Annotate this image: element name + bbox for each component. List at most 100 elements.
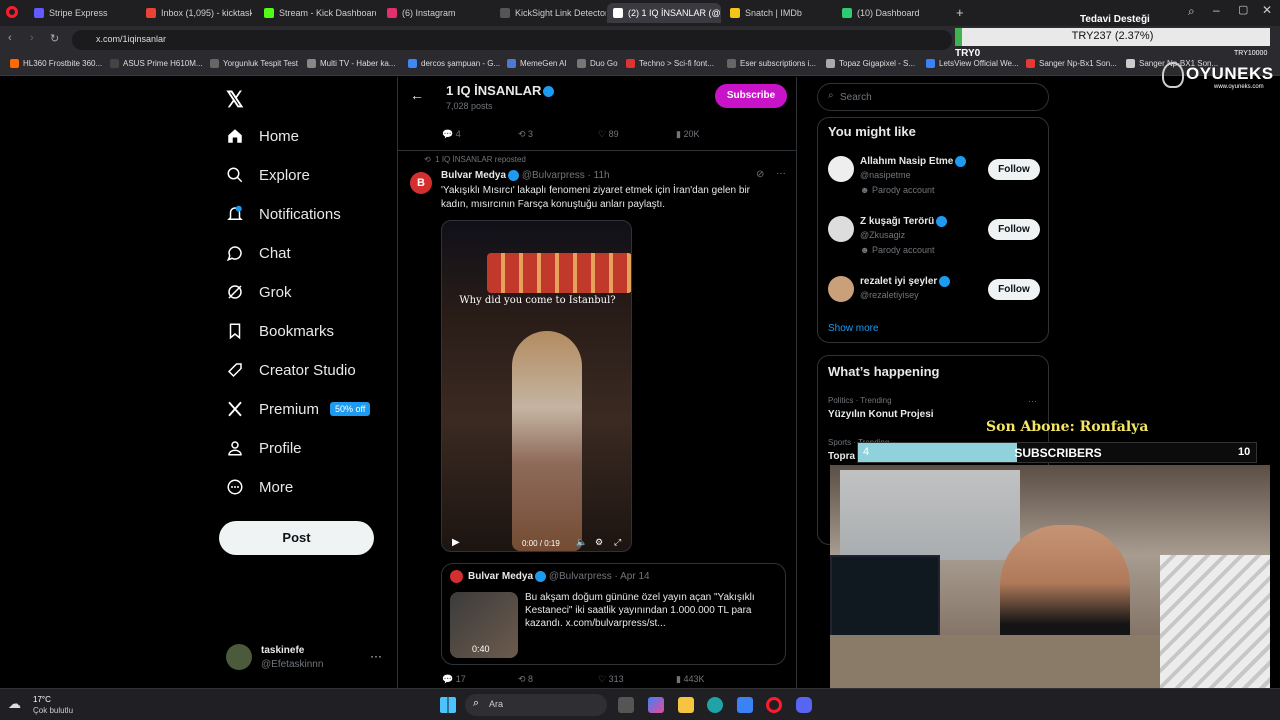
- nav-profile[interactable]: Profile: [226, 439, 302, 457]
- repost-count[interactable]: ⟲ 8: [518, 674, 533, 685]
- edge-icon[interactable]: [707, 697, 723, 713]
- bookmark-item[interactable]: Duo Go: [577, 59, 618, 68]
- trend-name[interactable]: Topra: [828, 451, 855, 462]
- dashboard-icon: [842, 8, 852, 18]
- new-tab-icon[interactable]: +: [956, 5, 964, 20]
- fullscreen-icon[interactable]: ⤢: [614, 537, 621, 548]
- tab[interactable]: KickSight Link Detector: [494, 3, 606, 23]
- bookmark-item[interactable]: ASUS Prime H610M...: [110, 59, 203, 68]
- reply-count[interactable]: 💬 17: [442, 674, 466, 685]
- bookmark-item[interactable]: Sanger Np-Bx1 Son...: [1026, 59, 1117, 68]
- bookmark-item[interactable]: Topaz Gigapixel - S...: [826, 59, 915, 68]
- tab[interactable]: (10) Dashboard: [836, 3, 946, 23]
- back-icon[interactable]: ‹: [8, 32, 12, 44]
- view-count[interactable]: ▮ 443K: [676, 674, 704, 685]
- bookmark-item[interactable]: Multi TV - Haber ka...: [307, 59, 395, 68]
- you-might-like-panel: You might like Allahım Nasip Etme @nasip…: [817, 117, 1049, 343]
- subscribe-button[interactable]: Subscribe: [715, 84, 787, 108]
- forward-icon[interactable]: ›: [30, 32, 34, 44]
- file-explorer-icon[interactable]: [678, 697, 694, 713]
- reload-icon[interactable]: ↻: [50, 32, 59, 45]
- divider: [398, 150, 796, 151]
- tab[interactable]: Stripe Express: [28, 3, 138, 23]
- like-count[interactable]: ♡ 313: [598, 674, 624, 685]
- bookmark-item[interactable]: LetsView Official We...: [926, 59, 1019, 68]
- opera-taskbar-icon[interactable]: [766, 697, 782, 713]
- taskbar-search-label: Ara: [489, 699, 504, 709]
- tab[interactable]: (6) Instagram: [381, 3, 491, 23]
- settings-icon[interactable]: ⚙: [595, 537, 603, 548]
- maximize-icon[interactable]: ▢: [1238, 3, 1248, 16]
- profile-name: 1 IQ İNSANLAR: [446, 83, 555, 98]
- tab[interactable]: Snatch | IMDb: [724, 3, 834, 23]
- start-icon[interactable]: [440, 697, 456, 713]
- x-logo-icon[interactable]: 𝕏: [226, 87, 244, 113]
- tweet-text: 'Yakışıklı Mısırcı' lakaplı fenomeni ziy…: [441, 185, 751, 210]
- monitor-shape: [830, 555, 940, 645]
- suggestion-name: rezalet iyi şeyler: [860, 276, 951, 287]
- store-icon[interactable]: [737, 697, 753, 713]
- prev-like-count[interactable]: ♡ 89: [598, 129, 619, 140]
- gmail-icon: [146, 8, 156, 18]
- nav-more[interactable]: More: [226, 478, 293, 496]
- weather-widget[interactable]: ☁ 17°C Çok bulutlu: [8, 693, 98, 717]
- quoted-tweet[interactable]: Bulvar Medya @Bulvarpress · Apr 14 0:40 …: [441, 563, 786, 665]
- suggestion-item[interactable]: rezalet iyi şeyler @rezaletiyisey Follow: [828, 274, 1040, 310]
- minimize-icon[interactable]: –: [1213, 3, 1220, 17]
- tweet-more-icon[interactable]: ···: [776, 168, 786, 179]
- follow-button[interactable]: Follow: [988, 279, 1040, 300]
- show-more-link[interactable]: Show more: [828, 323, 879, 334]
- prev-reply-count[interactable]: 💬 4: [442, 129, 461, 140]
- nav-notifications[interactable]: Notifications: [226, 205, 341, 223]
- copilot-icon[interactable]: [648, 697, 664, 713]
- weather-temp: 17°C: [33, 695, 51, 704]
- trend-more-icon[interactable]: ···: [1028, 396, 1037, 406]
- avatar: [828, 216, 854, 242]
- bookmark-item[interactable]: HL360 Frostbite 360...: [10, 59, 102, 68]
- video-player[interactable]: Why did you come to Istanbul? ▶ 0:00 / 0…: [441, 220, 632, 552]
- nav-creator-studio[interactable]: Creator Studio: [226, 361, 356, 379]
- bookmark-item[interactable]: Yorgunluk Tespit Test: [210, 59, 298, 68]
- play-icon[interactable]: ▶: [452, 537, 460, 548]
- suggestion-item[interactable]: Allahım Nasip Etme @nasipetme ☻ Parody a…: [828, 154, 1040, 204]
- nav-premium[interactable]: Premium 50% off: [226, 400, 371, 418]
- search-box[interactable]: ⌕ Search: [817, 83, 1049, 111]
- sponsor-name: OYUNEKS: [1186, 64, 1274, 83]
- post-button[interactable]: Post: [219, 521, 374, 555]
- bookmark-item[interactable]: Eser subscriptions i...: [727, 59, 816, 68]
- nav-home[interactable]: Home: [226, 127, 299, 145]
- follow-button[interactable]: Follow: [988, 159, 1040, 180]
- bookmark-item[interactable]: MemeGen AI: [507, 59, 567, 68]
- close-icon[interactable]: ✕: [1262, 3, 1272, 17]
- back-arrow-icon[interactable]: ←: [410, 87, 424, 103]
- prev-repost-count[interactable]: ⟲ 3: [518, 129, 533, 140]
- account-switcher[interactable]: taskinefe @Efetaskinnn ···: [226, 642, 386, 676]
- tab[interactable]: Stream - Kick Dashboard: [258, 3, 376, 23]
- trend-name[interactable]: Yüzyılın Konut Projesi: [828, 409, 934, 420]
- bookmark-item[interactable]: dercos şampuan - G...: [408, 59, 500, 68]
- nav-chat[interactable]: Chat: [226, 244, 291, 262]
- donation-min: TRY0: [955, 48, 981, 59]
- follow-button[interactable]: Follow: [988, 219, 1040, 240]
- task-view-icon[interactable]: [618, 697, 634, 713]
- nav-explore[interactable]: Explore: [226, 166, 310, 184]
- url-input[interactable]: x.com/1iqinsanlar: [72, 30, 952, 50]
- subs-goal: 10: [1238, 446, 1251, 458]
- nav-bookmarks[interactable]: Bookmarks: [226, 322, 334, 340]
- search-tabs-icon[interactable]: ⌕: [1188, 4, 1195, 19]
- tab[interactable]: Inbox (1,095) - kicktaskine: [140, 3, 252, 23]
- nav-grok[interactable]: Grok: [226, 283, 292, 301]
- opera-logo-icon[interactable]: [6, 6, 18, 18]
- cloud-icon: ☁: [8, 696, 21, 711]
- author-avatar[interactable]: B: [410, 172, 432, 194]
- grok-explain-icon[interactable]: ⊘: [756, 169, 764, 180]
- taskbar-search[interactable]: ⌕ Ara: [465, 694, 607, 716]
- more-dots-icon[interactable]: ···: [370, 649, 382, 663]
- prev-view-count[interactable]: ▮ 20K: [676, 129, 699, 140]
- tab-active[interactable]: (2) 1 IQ İNSANLAR (@1iq: [607, 3, 721, 23]
- volume-icon[interactable]: 🔈: [576, 537, 587, 548]
- bookmark-item[interactable]: Techno > Sci-fi font...: [626, 59, 714, 68]
- quote-avatar: [450, 570, 463, 583]
- suggestion-item[interactable]: Z kuşağı Terörü @Zkusagiz ☻ Parody accou…: [828, 214, 1040, 264]
- discord-icon[interactable]: [796, 697, 812, 713]
